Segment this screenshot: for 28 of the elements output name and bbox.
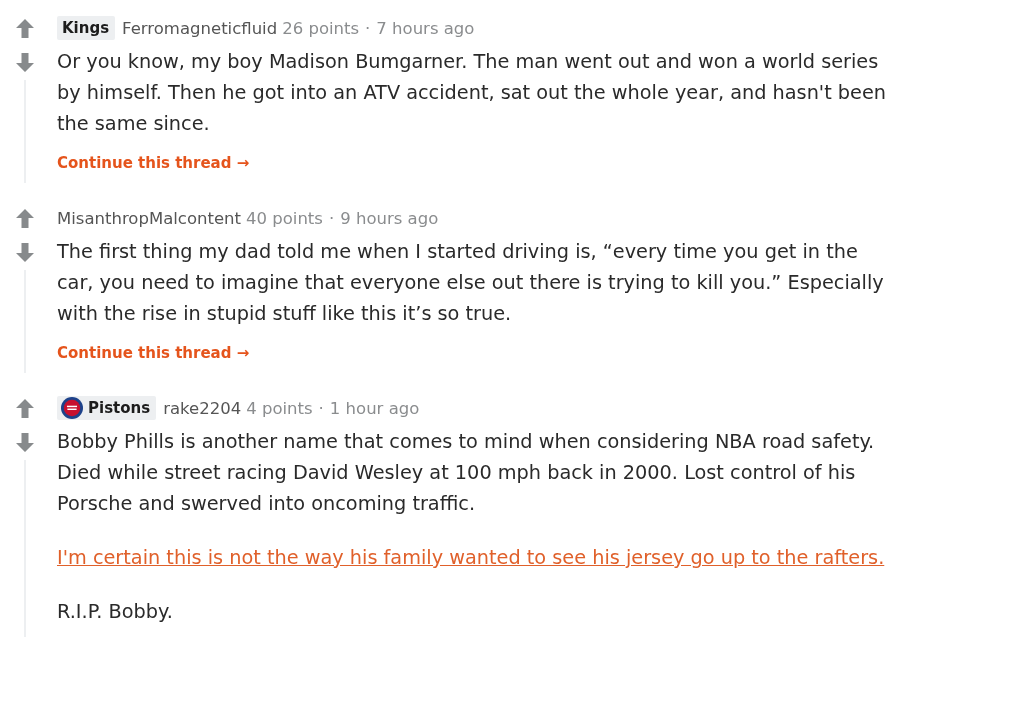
comment-text: Bobby Phills is another name that comes to mind when considering NBA road safety. Died while street racing David Wesley at 100 mph back in 2000. Lost control of his Porsche and swerved into oncoming traffic. bbox=[57, 429, 876, 517]
flair-label: Kings bbox=[62, 19, 110, 37]
up-arrow-icon[interactable] bbox=[16, 399, 34, 418]
down-arrow-icon[interactable] bbox=[16, 243, 34, 262]
meta-separator: · bbox=[318, 398, 324, 418]
points-count: 26 points bbox=[282, 18, 360, 38]
down-arrow-icon[interactable] bbox=[16, 53, 34, 72]
timestamp: 7 hours ago bbox=[376, 18, 475, 38]
up-arrow-icon[interactable] bbox=[16, 19, 34, 38]
username[interactable]: rake2204 bbox=[163, 398, 242, 418]
comment-text: The first thing my dad told me when I started driving is, “every time you get in the car, you need to imagine that everyone else out there is trying to kill you.” Especially with the rise in stupid stuff like this it’s so true. bbox=[57, 239, 885, 327]
timestamp: 9 hours ago bbox=[340, 208, 439, 228]
meta-separator: · bbox=[365, 18, 371, 38]
meta-separator: · bbox=[328, 208, 335, 228]
continue-thread-link[interactable]: Continue this thread → bbox=[57, 343, 250, 363]
continue-thread-link[interactable]: Continue this thread → bbox=[57, 153, 250, 173]
comment-link[interactable]: I'm certain this is not the way his family wanted to see his jersey go up to the rafters. bbox=[57, 546, 885, 569]
username[interactable]: Ferromagneticfluid bbox=[122, 18, 278, 38]
username[interactable]: MisanthropMalcontent bbox=[57, 208, 241, 228]
points-count: 4 points bbox=[246, 398, 313, 418]
round-emblem-icon bbox=[61, 397, 83, 419]
down-arrow-icon[interactable] bbox=[16, 433, 34, 452]
comment-text: R.I.P. Bobby. bbox=[57, 599, 174, 625]
flair-label: Pistons bbox=[88, 399, 151, 417]
up-arrow-icon[interactable] bbox=[16, 209, 34, 228]
points-count: 40 points bbox=[246, 208, 323, 228]
comment-text: Or you know, my boy Madison Bumgarner. The man went out and won a world series by himself. Then he got into an ATV accident, sat out the whole year, and hasn't been the same since. bbox=[57, 49, 888, 137]
timestamp: 1 hour ago bbox=[329, 398, 420, 418]
